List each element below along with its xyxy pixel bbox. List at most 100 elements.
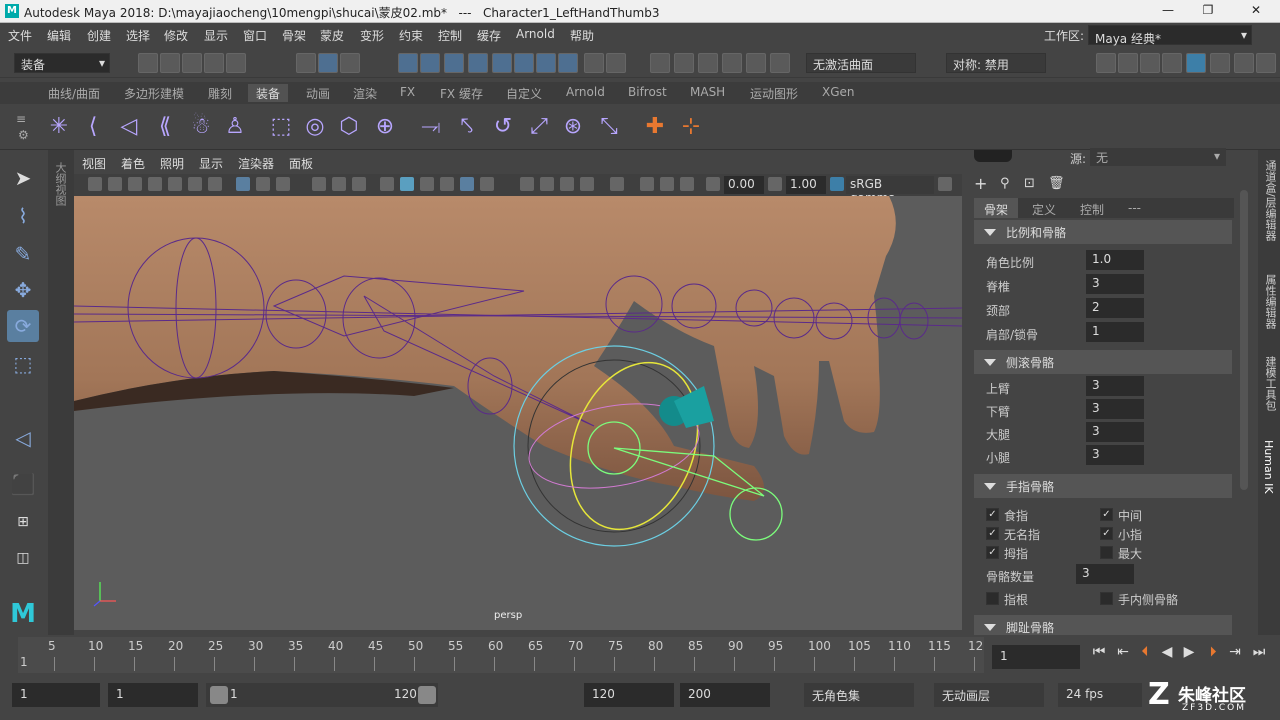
calf-field[interactable]: 3 (1086, 445, 1144, 465)
last-tool-icon[interactable]: ◁ (7, 422, 39, 454)
range-end-handle[interactable] (418, 686, 436, 704)
playback-start-field[interactable]: 1 (108, 683, 198, 707)
shelf-menu-icon[interactable]: ≡ (16, 112, 26, 126)
gamma-field[interactable]: 1.00 (786, 176, 826, 194)
playback-end-field[interactable]: 120 (584, 683, 674, 707)
field-chart-icon[interactable] (352, 177, 366, 191)
film-gate-icon[interactable] (236, 177, 250, 191)
ik-spline-icon[interactable]: ◁ (114, 112, 144, 142)
render-setup-icon[interactable] (1096, 53, 1116, 73)
xray-active-icon[interactable] (660, 177, 674, 191)
tab-xgen[interactable]: XGen (814, 84, 863, 102)
symmetry-dropdown[interactable]: 对称: 禁用 (946, 53, 1046, 73)
go-start-icon[interactable]: ⏮ (1090, 643, 1108, 661)
vp-menu-view[interactable]: 视图 (82, 155, 106, 172)
tab-definition[interactable]: 定义 (1032, 201, 1056, 218)
menu-file[interactable]: 文件 (8, 27, 32, 44)
play-forward-icon[interactable]: ▶ (1180, 643, 1198, 661)
add-icon[interactable]: + (974, 174, 987, 193)
ipr-render-icon[interactable] (698, 53, 718, 73)
camera-select-icon[interactable] (88, 177, 102, 191)
lattice-icon[interactable]: ⬡ (334, 112, 364, 142)
close-button[interactable]: ✕ (1244, 3, 1268, 19)
snap-curve-icon[interactable] (420, 53, 440, 73)
save-scene-icon[interactable] (182, 53, 202, 73)
vp-menu-lighting[interactable]: 照明 (160, 155, 184, 172)
viewport-3d[interactable]: persp (74, 196, 962, 630)
select-tool-icon[interactable]: ➤ (7, 162, 39, 194)
tab-control[interactable]: 控制 (1080, 201, 1104, 218)
vp-menu-renderer[interactable]: 渲染器 (238, 155, 274, 172)
modeling-toolkit-icon[interactable] (1140, 53, 1160, 73)
lock-attr-icon[interactable]: ⊡ (1024, 176, 1035, 191)
step-forward-key-icon[interactable]: ⇥ (1226, 643, 1244, 661)
checkbox-finger-base[interactable] (986, 592, 999, 605)
step-forward-frame-icon[interactable]: ⏵ (1204, 643, 1222, 661)
menu-deform[interactable]: 变形 (360, 27, 384, 44)
shelf-settings-icon[interactable]: ⚙ (18, 128, 29, 142)
smooth-shade-icon[interactable] (400, 177, 414, 191)
wireframe-icon[interactable] (380, 177, 394, 191)
default-material-icon[interactable] (420, 177, 434, 191)
locator-icon[interactable]: ✚ (640, 112, 670, 142)
hud-icon[interactable] (680, 177, 694, 191)
pole-vector-icon[interactable]: ⤡ (594, 112, 624, 142)
character-controls-icon[interactable] (1162, 53, 1182, 73)
bone-count-field[interactable]: 3 (1076, 564, 1134, 584)
wireframe-on-shaded-icon[interactable] (440, 177, 454, 191)
safe-title-icon[interactable] (332, 177, 346, 191)
snap-live-icon[interactable] (492, 53, 512, 73)
vp-menu-shading[interactable]: 着色 (121, 155, 145, 172)
gamma-icon[interactable] (768, 177, 782, 191)
outliner-toggle-icon[interactable] (1256, 53, 1276, 73)
shoulder-field[interactable]: 1 (1086, 322, 1144, 342)
snap-mesh-icon[interactable] (514, 53, 534, 73)
source-dropdown[interactable]: 无 ▾ (1090, 148, 1226, 166)
bind-skin-icon[interactable]: ⬚ (266, 112, 296, 142)
safe-action-icon[interactable] (312, 177, 326, 191)
checkbox-thumb[interactable]: ✓ (986, 546, 999, 559)
character-set-dropdown[interactable]: 无角色集 (804, 683, 914, 707)
step-back-frame-icon[interactable]: ⏴ (1136, 643, 1154, 661)
two-d-pan-icon[interactable] (168, 177, 182, 191)
rotate-tool-icon[interactable]: ⟳ (7, 310, 39, 342)
resolution-gate-icon[interactable] (256, 177, 270, 191)
tab-modeling-toolkit[interactable]: 建模工具包 (1262, 356, 1278, 411)
two-view-icon[interactable]: ◫ (7, 542, 39, 574)
move-tool-icon[interactable]: ✥ (7, 274, 39, 306)
section-scale-bones[interactable]: 比例和骨骼 (974, 220, 1232, 244)
range-start-handle[interactable] (210, 686, 228, 704)
four-view-icon[interactable]: ⊞ (7, 506, 39, 538)
lights-icon[interactable] (480, 177, 494, 191)
select-component-icon[interactable] (340, 53, 360, 73)
image-plane-icon[interactable] (148, 177, 162, 191)
tab-human-ik[interactable]: Human IK (1262, 440, 1275, 494)
neck-field[interactable]: 2 (1086, 298, 1144, 318)
grease-pencil-icon[interactable] (188, 177, 202, 191)
exposure-icon[interactable] (706, 177, 720, 191)
menu-modify[interactable]: 修改 (164, 27, 188, 44)
tab-fx-cache[interactable]: FX 缓存 (432, 84, 491, 102)
paint-select-icon[interactable]: ✎ (7, 238, 39, 270)
section-finger-bones[interactable]: 手指骨骼 (974, 474, 1232, 498)
menu-control[interactable]: 控制 (438, 27, 462, 44)
current-frame-field[interactable]: 1 (992, 645, 1080, 669)
attribute-editor-icon[interactable] (1186, 53, 1206, 73)
menu-select[interactable]: 选择 (126, 27, 150, 44)
open-scene-icon[interactable] (160, 53, 180, 73)
tab-animation[interactable]: 动画 (298, 84, 338, 102)
color-management-icon[interactable] (830, 177, 844, 191)
quick-rig-icon[interactable]: ☃ (186, 112, 216, 142)
shadows-icon[interactable] (520, 177, 534, 191)
parent-constraint-icon[interactable]: ⥗ (416, 112, 446, 142)
render-settings-icon[interactable] (722, 53, 742, 73)
xray-joints-icon[interactable] (640, 177, 654, 191)
skeleton-icon[interactable]: ⚲ (1000, 176, 1010, 191)
hik-icon[interactable]: ♙ (220, 112, 250, 142)
minimize-button[interactable]: — (1156, 3, 1180, 19)
delete-icon[interactable]: 🗑 (1048, 176, 1065, 191)
menu-edit[interactable]: 编辑 (47, 27, 71, 44)
viewport-options-icon[interactable] (938, 177, 952, 191)
tab-poly[interactable]: 多边形建模 (116, 84, 192, 102)
vp-menu-show[interactable]: 显示 (199, 155, 223, 172)
